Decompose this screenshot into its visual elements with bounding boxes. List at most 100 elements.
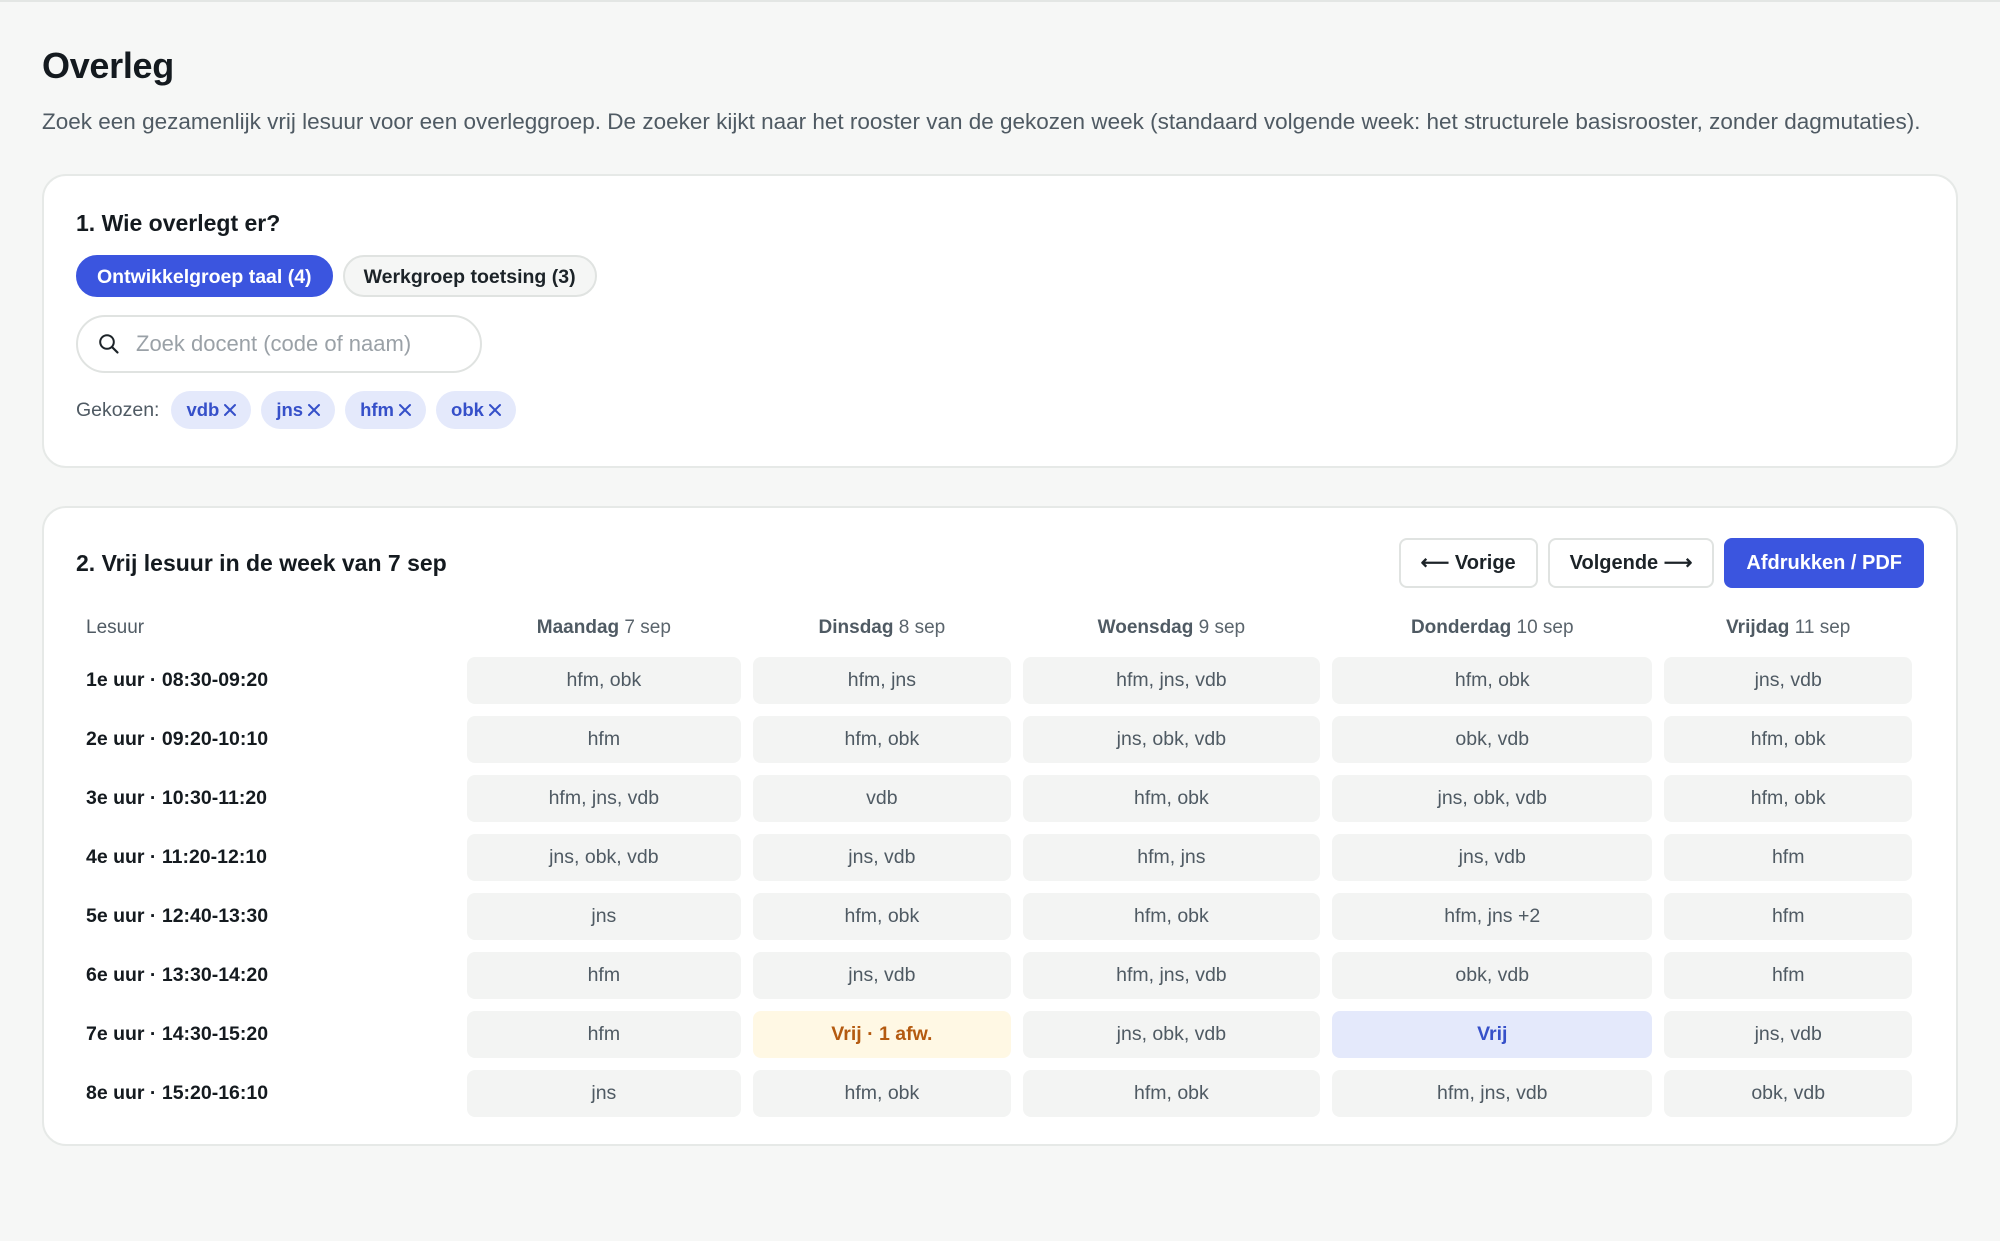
busy-slot[interactable]: hfm, obk bbox=[1664, 716, 1912, 763]
busy-slot[interactable]: hfm, obk bbox=[1332, 657, 1653, 704]
day-column-header: Donderdag 10 sep bbox=[1332, 613, 1652, 645]
busy-slot[interactable]: vdb bbox=[753, 775, 1011, 822]
day-date: 7 sep bbox=[624, 617, 671, 638]
grid-header-row: Lesuur Maandag 7 sep Dinsdag 8 sep Woensda… bbox=[76, 613, 1912, 645]
busy-slot[interactable]: hfm, obk bbox=[1022, 1070, 1321, 1117]
page: Overleg Zoek een gezamenlijk vrij lesuur… bbox=[0, 2, 2000, 1146]
day-name: Woensdag bbox=[1097, 617, 1194, 638]
busy-slot[interactable]: hfm bbox=[466, 952, 742, 999]
busy-slot[interactable]: hfm, obk bbox=[1022, 893, 1321, 940]
busy-slot[interactable]: hfm, obk bbox=[466, 657, 742, 704]
busy-slot[interactable]: jns, obk, vdb bbox=[1332, 775, 1653, 822]
busy-slot[interactable]: hfm, jns bbox=[753, 657, 1011, 704]
print-pdf-button[interactable]: Afdrukken / PDF bbox=[1724, 538, 1924, 588]
chosen-chip[interactable]: jns bbox=[261, 391, 336, 429]
period-label: 7e uur · 14:30-15:20 bbox=[86, 1023, 269, 1045]
busy-slot[interactable]: jns, obk, vdb bbox=[466, 834, 742, 881]
busy-slot[interactable]: hfm, obk bbox=[753, 716, 1011, 763]
period-label: 3e uur · 10:30-11:20 bbox=[86, 787, 268, 809]
chosen-teachers: Gekozen: vdb jns hfm obk bbox=[76, 391, 1924, 429]
chosen-chip[interactable]: hfm bbox=[345, 391, 427, 429]
busy-slot[interactable]: hfm, jns, vdb bbox=[1332, 1070, 1653, 1117]
busy-slot[interactable]: jns bbox=[466, 1070, 742, 1117]
grid-row: 4e uur · 11:20-12:10 jns, obk, vdb jns, vd… bbox=[76, 834, 1912, 881]
grid-row: 8e uur · 15:20-16:10 jns hfm, obk hfm, obk h… bbox=[76, 1070, 1912, 1117]
busy-slot[interactable]: hfm bbox=[1664, 834, 1912, 881]
busy-slot[interactable]: jns, vdb bbox=[1664, 657, 1912, 704]
busy-slot[interactable]: hfm, jns, vdb bbox=[1022, 657, 1321, 704]
free-period-heading: 2. Vrij lesuur in de week van 7 sep bbox=[76, 550, 447, 576]
grid-row: 3e uur · 10:30-11:20 hfm, jns, vdb vdb hfm,… bbox=[76, 775, 1912, 822]
day-name: Maandag bbox=[536, 617, 620, 638]
free-slot[interactable]: Vrij bbox=[1332, 1011, 1653, 1058]
busy-slot[interactable]: obk, vdb bbox=[1664, 1070, 1912, 1117]
busy-slot[interactable]: obk, vdb bbox=[1332, 716, 1653, 763]
next-week-button[interactable]: Volgende ⟶ bbox=[1547, 538, 1715, 588]
day-date: 10 sep bbox=[1516, 617, 1574, 638]
partial-free-slot[interactable]: Vrij · 1 afw. bbox=[753, 1011, 1011, 1058]
week-navigation: ⟵ Vorige Volgende ⟶ Afdrukken / PDF bbox=[1398, 538, 1924, 588]
chosen-chip-label: hfm bbox=[360, 399, 395, 420]
free-period-card: 2. Vrij lesuur in de week van 7 sep ⟵ Vo… bbox=[42, 506, 1958, 1146]
previous-week-button[interactable]: ⟵ Vorige bbox=[1398, 538, 1538, 588]
day-date: 11 sep bbox=[1794, 617, 1851, 638]
chosen-chip-label: obk bbox=[451, 399, 484, 420]
participants-card: 1. Wie overlegt er? Ontwikkelgroep taal … bbox=[42, 174, 1958, 468]
day-name: Vrijdag bbox=[1726, 617, 1790, 638]
busy-slot[interactable]: jns bbox=[466, 893, 742, 940]
chosen-chip-label: jns bbox=[276, 399, 304, 420]
day-column-header: Vrijdag 11 sep bbox=[1664, 613, 1912, 645]
busy-slot[interactable]: hfm bbox=[1664, 893, 1912, 940]
close-icon[interactable] bbox=[398, 403, 412, 417]
close-icon[interactable] bbox=[223, 403, 237, 417]
busy-slot[interactable]: hfm bbox=[1664, 952, 1912, 999]
day-column-header: Maandag 7 sep bbox=[467, 613, 742, 645]
busy-slot[interactable]: jns, vdb bbox=[1332, 834, 1653, 881]
period-label: 6e uur · 13:30-14:20 bbox=[86, 964, 269, 986]
group-selector: Ontwikkelgroep taal (4) Werkgroep toetsin… bbox=[76, 255, 1924, 297]
busy-slot[interactable]: jns, vdb bbox=[1664, 1011, 1912, 1058]
teacher-search[interactable] bbox=[76, 315, 482, 373]
day-date: 9 sep bbox=[1198, 617, 1246, 638]
day-date: 8 sep bbox=[898, 617, 946, 638]
busy-slot[interactable]: hfm, jns +2 bbox=[1332, 893, 1653, 940]
busy-slot[interactable]: hfm bbox=[466, 1011, 742, 1058]
chosen-chip[interactable]: vdb bbox=[171, 391, 252, 429]
grid-row: 5e uur · 12:40-13:30 jns hfm, obk hfm, obk h… bbox=[76, 893, 1912, 940]
page-intro: Zoek een gezamenlijk vrij lesuur voor ee… bbox=[42, 109, 1921, 134]
busy-slot[interactable]: jns, vdb bbox=[753, 834, 1011, 881]
busy-slot[interactable]: hfm, jns bbox=[1022, 834, 1321, 881]
day-name: Donderdag bbox=[1410, 617, 1512, 638]
chosen-chip-label: vdb bbox=[186, 399, 220, 420]
close-icon[interactable] bbox=[488, 403, 502, 417]
availability-grid: Lesuur Maandag 7 sep Dinsdag 8 sep Woensda… bbox=[64, 601, 1924, 1129]
page-title: Overleg bbox=[42, 45, 174, 86]
busy-slot[interactable]: hfm, obk bbox=[1664, 775, 1912, 822]
busy-slot[interactable]: jns, obk, vdb bbox=[1022, 1011, 1321, 1058]
group-pill[interactable]: Werkgroep toetsing (3) bbox=[342, 255, 597, 297]
busy-slot[interactable]: hfm bbox=[466, 716, 742, 763]
busy-slot[interactable]: jns, obk, vdb bbox=[1022, 716, 1321, 763]
day-name: Dinsdag bbox=[818, 617, 894, 638]
period-label: 8e uur · 15:20-16:10 bbox=[86, 1082, 269, 1104]
busy-slot[interactable]: hfm, obk bbox=[1022, 775, 1321, 822]
close-icon[interactable] bbox=[307, 403, 321, 417]
busy-slot[interactable]: jns, vdb bbox=[753, 952, 1011, 999]
search-icon bbox=[99, 334, 119, 354]
chosen-chip[interactable]: obk bbox=[436, 391, 516, 429]
busy-slot[interactable]: hfm, jns, vdb bbox=[1022, 952, 1321, 999]
period-label: 5e uur · 12:40-13:30 bbox=[86, 905, 269, 927]
grid-row: 6e uur · 13:30-14:20 hfm jns, vdb hfm, jns,… bbox=[76, 952, 1912, 999]
grid-body: 1e uur · 08:30-09:20 hfm, obk hfm, jns hfm,… bbox=[76, 657, 1912, 1117]
busy-slot[interactable]: hfm, obk bbox=[753, 1070, 1011, 1117]
grid-row: 7e uur · 14:30-15:20 hfm Vrij · 1 afw. jns,… bbox=[76, 1011, 1912, 1058]
chosen-label: Gekozen: bbox=[76, 398, 160, 421]
period-label: 4e uur · 11:20-12:10 bbox=[86, 846, 268, 868]
busy-slot[interactable]: hfm, obk bbox=[753, 893, 1011, 940]
busy-slot[interactable]: obk, vdb bbox=[1332, 952, 1653, 999]
grid-row: 1e uur · 08:30-09:20 hfm, obk hfm, jns hfm,… bbox=[76, 657, 1912, 704]
teacher-search-input[interactable] bbox=[134, 330, 458, 358]
busy-slot[interactable]: hfm, jns, vdb bbox=[466, 775, 742, 822]
group-pill[interactable]: Ontwikkelgroep taal (4) bbox=[76, 255, 333, 297]
day-column-header: Woensdag 9 sep bbox=[1023, 613, 1320, 645]
